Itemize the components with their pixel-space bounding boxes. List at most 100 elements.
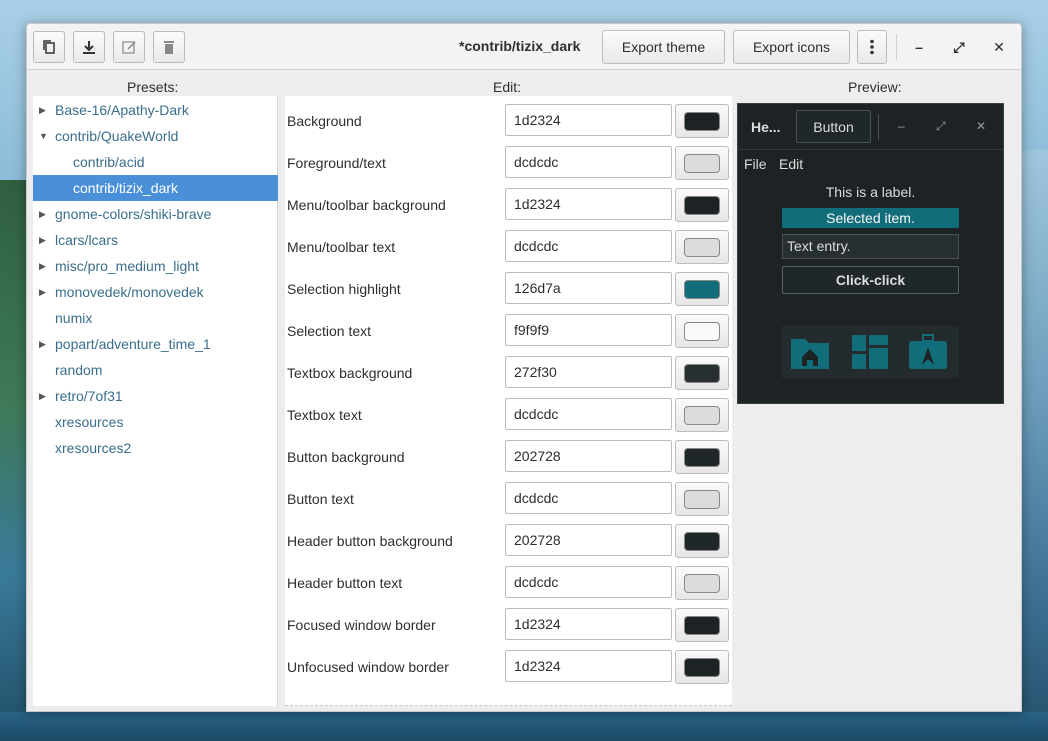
color-picker-button[interactable] xyxy=(675,104,729,138)
close-button[interactable]: ✕ xyxy=(989,37,1009,57)
color-picker-button[interactable] xyxy=(675,398,729,432)
preview-maximize-button[interactable]: ⤢ xyxy=(936,119,946,134)
kebab-menu-icon xyxy=(870,39,874,55)
edit-row-label: Unfocused window border xyxy=(287,659,449,675)
copy-button[interactable] xyxy=(33,31,65,63)
edit-row: Selection highlight 126d7a xyxy=(285,268,732,310)
headerbar: *contrib/tizix_dark Export theme Export … xyxy=(27,24,1021,70)
color-hex-input[interactable]: 1d2324 xyxy=(505,104,672,136)
delete-button[interactable] xyxy=(153,31,185,63)
edit-row: Button background 202728 xyxy=(285,436,732,478)
color-swatch xyxy=(684,448,720,467)
expander-open-icon[interactable]: ▼ xyxy=(39,123,49,149)
color-picker-button[interactable] xyxy=(675,650,729,684)
preset-item[interactable]: random xyxy=(33,357,278,383)
color-picker-button[interactable] xyxy=(675,566,729,600)
preview-icon-row xyxy=(782,326,959,378)
preview-click-button[interactable]: Click-click xyxy=(782,266,959,294)
edit-row: Button text dcdcdc xyxy=(285,478,732,520)
preview-minimize-button[interactable]: – xyxy=(898,119,905,133)
preview-selected-item[interactable]: Selected item. xyxy=(782,208,959,228)
preview-title: He... xyxy=(751,119,781,135)
expander-closed-icon[interactable]: ▶ xyxy=(39,227,49,253)
expander-closed-icon[interactable]: ▶ xyxy=(39,279,49,305)
color-hex-input[interactable]: 202728 xyxy=(505,440,672,472)
preset-item[interactable]: ▶ popart/adventure_time_1 xyxy=(33,331,278,357)
edit-row: Textbox background 272f30 xyxy=(285,352,732,394)
color-hex-input[interactable]: 202728 xyxy=(505,524,672,556)
preset-item-label: popart/adventure_time_1 xyxy=(55,336,211,352)
preview-menu-edit[interactable]: Edit xyxy=(779,156,803,172)
window-title: *contrib/tizix_dark xyxy=(459,38,581,54)
edit-row: Focused window border 1d2324 xyxy=(285,604,732,646)
edit-row: Header button text dcdcdc xyxy=(285,562,732,604)
expander-closed-icon[interactable]: ▶ xyxy=(39,331,49,357)
color-hex-input[interactable]: 272f30 xyxy=(505,356,672,388)
color-picker-button[interactable] xyxy=(675,608,729,642)
copy-icon xyxy=(43,40,55,54)
color-hex-input[interactable]: 1d2324 xyxy=(505,650,672,682)
color-hex-input[interactable]: dcdcdc xyxy=(505,566,672,598)
maximize-button[interactable]: ⤢ xyxy=(949,37,969,57)
download-button[interactable] xyxy=(73,31,105,63)
export-icons-button[interactable]: Export icons xyxy=(733,30,850,64)
preview-header-button[interactable]: Button xyxy=(796,110,871,143)
color-hex-input[interactable]: f9f9f9 xyxy=(505,314,672,346)
preset-item[interactable]: ▼ contrib/QuakeWorld xyxy=(33,123,278,149)
expander-closed-icon[interactable]: ▶ xyxy=(39,97,49,123)
preset-item[interactable]: contrib/acid xyxy=(33,149,278,175)
color-hex-input[interactable]: dcdcdc xyxy=(505,146,672,178)
preset-item[interactable]: ▶ gnome-colors/shiki-brave xyxy=(33,201,278,227)
color-swatch xyxy=(684,112,720,131)
color-picker-button[interactable] xyxy=(675,440,729,474)
color-hex-input[interactable]: 1d2324 xyxy=(505,608,672,640)
preset-item[interactable]: xresources xyxy=(33,409,278,435)
edit-row-label: Header button text xyxy=(287,575,403,591)
color-picker-button[interactable] xyxy=(675,272,729,306)
preview-menu-file[interactable]: File xyxy=(744,156,767,172)
expander-closed-icon[interactable]: ▶ xyxy=(39,253,49,279)
color-hex-input[interactable]: dcdcdc xyxy=(505,230,672,262)
dashboard-icon xyxy=(852,335,888,369)
color-hex-input[interactable]: dcdcdc xyxy=(505,398,672,430)
color-picker-button[interactable] xyxy=(675,482,729,516)
edit-row-label: Selection text xyxy=(287,323,372,339)
preset-item[interactable]: ▶ retro/7of31 xyxy=(33,383,278,409)
preset-item[interactable]: ▶ misc/pro_medium_light xyxy=(33,253,278,279)
preset-item[interactable]: ▶ lcars/lcars xyxy=(33,227,278,253)
color-hex-input[interactable]: 126d7a xyxy=(505,272,672,304)
color-picker-button[interactable] xyxy=(675,356,729,390)
preview-text-entry[interactable]: Text entry. xyxy=(782,234,959,259)
color-picker-button[interactable] xyxy=(675,146,729,180)
color-picker-button[interactable] xyxy=(675,230,729,264)
preset-item[interactable]: contrib/tizix_dark xyxy=(33,175,278,201)
edit-row-label: Background xyxy=(287,113,362,129)
expander-closed-icon[interactable]: ▶ xyxy=(39,383,49,409)
color-swatch xyxy=(684,154,720,173)
preset-item[interactable]: ▶ Base-16/Apathy-Dark xyxy=(33,97,278,123)
preset-item[interactable]: numix xyxy=(33,305,278,331)
color-swatch xyxy=(684,280,720,299)
export-theme-button[interactable]: Export theme xyxy=(602,30,725,64)
edit-row: Unfocused window border 1d2324 xyxy=(285,646,732,688)
color-swatch xyxy=(684,658,720,677)
color-hex-input[interactable]: dcdcdc xyxy=(505,482,672,514)
preset-item[interactable]: xresources2 xyxy=(33,435,278,461)
color-picker-button[interactable] xyxy=(675,314,729,348)
expander-closed-icon[interactable]: ▶ xyxy=(39,201,49,227)
preview-close-button[interactable]: ✕ xyxy=(976,119,986,133)
color-picker-button[interactable] xyxy=(675,524,729,558)
presets-heading: Presets: xyxy=(127,79,179,95)
color-swatch xyxy=(684,238,720,257)
color-picker-button[interactable] xyxy=(675,188,729,222)
color-hex-input[interactable]: 1d2324 xyxy=(505,188,672,220)
preset-item-label: xresources2 xyxy=(55,440,132,456)
minimize-button[interactable]: – xyxy=(909,37,929,57)
preset-item-label: monovedek/monovedek xyxy=(55,284,204,300)
edit-row-label: Foreground/text xyxy=(287,155,386,171)
trash-icon xyxy=(164,41,174,54)
color-swatch xyxy=(684,616,720,635)
edit-button[interactable] xyxy=(113,31,145,63)
preset-item[interactable]: ▶ monovedek/monovedek xyxy=(33,279,278,305)
menu-button[interactable] xyxy=(857,30,887,64)
